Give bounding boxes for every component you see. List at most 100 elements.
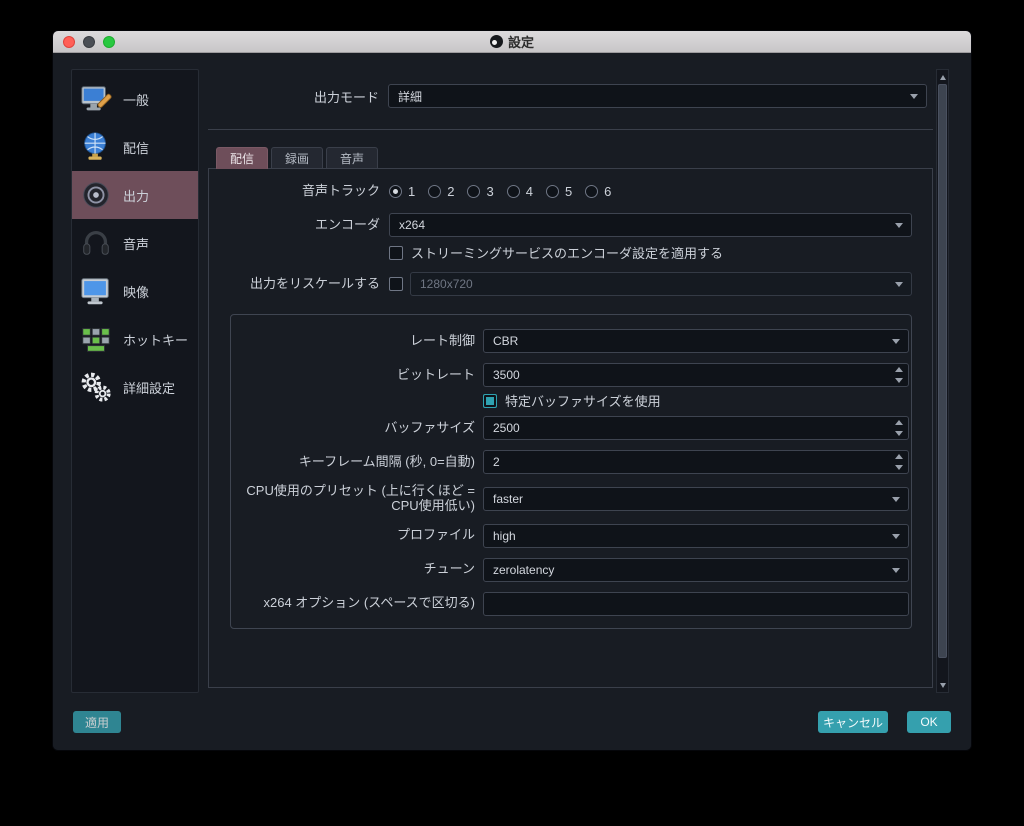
audio-track-radio-2[interactable]: 2 (428, 184, 454, 199)
profile-select[interactable]: high (483, 523, 909, 548)
radio-dot-icon (585, 184, 599, 198)
chevron-down-icon (892, 567, 900, 573)
buffer-size-spinbox[interactable]: 2500 (483, 416, 909, 440)
audio-track-radio-3[interactable]: 3 (467, 184, 494, 199)
bitrate-value: 3500 (493, 368, 520, 382)
chevron-down-icon (910, 94, 918, 99)
cpu-preset-label: CPU使用のプリセット (上に行くほど = CPU使用低い) (246, 483, 475, 513)
rate-control-label: レート制御 (409, 332, 475, 348)
tune-select[interactable]: zerolatency (483, 557, 909, 582)
stream-globe-icon (78, 129, 114, 165)
audio-track-radio-4[interactable]: 4 (506, 184, 533, 199)
radio-dot-icon (389, 184, 402, 198)
video-monitor-icon (78, 273, 114, 309)
tab-stream[interactable]: 配信 (216, 147, 269, 169)
stream-tab-panel: 音声トラック 1 2 3 4 5 6 エンコーダ x264 ストリーミングサービ… (208, 168, 933, 688)
tab-label: 音声 (340, 151, 365, 166)
enforce-service-label: ストリーミングサービスのエンコーダ設定を適用する (411, 246, 724, 261)
audio-track-label: 音声トラック (301, 182, 380, 198)
bitrate-row: ビットレート 3500 (231, 363, 911, 387)
sidebar-item-advanced[interactable]: 詳細設定 (72, 363, 198, 411)
radio-label: 2 (447, 183, 455, 199)
ok-button[interactable]: OK (907, 711, 951, 733)
audio-track-radio-6[interactable]: 6 (585, 184, 611, 199)
keyframe-interval-spinbox[interactable]: 2 (483, 450, 909, 474)
sidebar-item-audio[interactable]: 音声 (72, 219, 198, 267)
profile-label: プロファイル (396, 527, 475, 543)
chevron-down-icon (892, 533, 900, 539)
settings-window: 設定 一般 配信 出力 音声 映像 ホットキー 詳細設定 出力モード 詳細 配信… (52, 30, 972, 751)
sidebar-item-general[interactable]: 一般 (72, 75, 198, 123)
tab-audio[interactable]: 音声 (326, 147, 379, 169)
spin-up-icon[interactable] (894, 367, 903, 372)
window-title: 設定 (507, 35, 534, 50)
scrollbar-thumb[interactable] (938, 84, 947, 658)
spin-down-icon[interactable] (894, 378, 903, 383)
output-tabs: 配信 録画 音声 (208, 147, 933, 169)
spin-buttons (894, 454, 903, 470)
settings-sidebar: 一般 配信 出力 音声 映像 ホットキー 詳細設定 (71, 69, 199, 693)
audio-track-radio-5[interactable]: 5 (545, 184, 572, 199)
hotkeys-keyboard-icon (78, 321, 114, 357)
spin-down-icon[interactable] (894, 465, 903, 470)
x264-options-field (483, 591, 909, 616)
cpu-preset-row: CPU使用のプリセット (上に行くほど = CPU使用低い) faster (231, 483, 911, 514)
spin-up-icon[interactable] (894, 454, 903, 459)
keyframe-interval-label: キーフレーム間隔 (秒, 0=自動) (298, 453, 475, 469)
chevron-down-icon (895, 282, 903, 287)
sidebar-item-hotkeys[interactable]: ホットキー (72, 315, 198, 363)
sidebar-item-stream[interactable]: 配信 (72, 123, 198, 171)
cpu-preset-select[interactable]: faster (483, 486, 909, 511)
vertical-scrollbar[interactable] (936, 69, 949, 693)
rate-control-select[interactable]: CBR (483, 329, 909, 353)
settings-body: 一般 配信 出力 音声 映像 ホットキー 詳細設定 出力モード 詳細 配信 録画… (53, 53, 971, 750)
encoder-select[interactable]: x264 (389, 213, 912, 237)
arrow-down-icon (939, 682, 946, 688)
bitrate-label: ビットレート (396, 366, 475, 382)
close-button[interactable] (63, 36, 75, 48)
minimize-button[interactable] (83, 36, 95, 48)
rescale-row: 出力をリスケールする 1280x720 (209, 272, 932, 296)
output-mode-select[interactable]: 詳細 (388, 84, 927, 108)
custom-buffer-checkbox[interactable] (483, 393, 497, 408)
spin-up-icon[interactable] (894, 420, 903, 425)
rescale-checkbox[interactable] (389, 277, 403, 291)
x264-options-input[interactable] (483, 591, 909, 616)
cancel-button[interactable]: キャンセル (818, 711, 888, 733)
enforce-service-checkbox[interactable] (389, 245, 403, 260)
tab-label: 配信 (230, 151, 255, 166)
radio-label: 6 (604, 183, 612, 199)
titlebar[interactable]: 設定 (53, 31, 971, 53)
audio-track-row: 音声トラック 1 2 3 4 5 6 (209, 181, 932, 201)
x264-options-row: x264 オプション (スペースで区切る) (231, 591, 911, 616)
apply-button[interactable]: 適用 (73, 711, 121, 733)
encoder-row: エンコーダ x264 (209, 213, 932, 237)
bitrate-spinbox[interactable]: 3500 (483, 363, 909, 387)
chevron-down-icon (892, 339, 900, 344)
keyframe-interval-value: 2 (493, 455, 500, 469)
tune-label: チューン (423, 561, 475, 577)
encoder-label: エンコーダ (314, 216, 380, 232)
chevron-down-icon (892, 496, 900, 502)
audio-track-radio-1[interactable]: 1 (389, 184, 415, 199)
spin-buttons (894, 420, 903, 436)
chevron-down-icon (895, 223, 903, 228)
rate-control-value: CBR (493, 334, 519, 348)
spin-down-icon[interactable] (894, 431, 903, 436)
scroll-down-button[interactable] (937, 679, 948, 691)
tab-recording[interactable]: 録画 (271, 147, 324, 169)
sidebar-item-label: 映像 (123, 284, 150, 300)
profile-row: プロファイル high (231, 523, 911, 548)
rate-control-row: レート制御 CBR (231, 329, 911, 353)
sidebar-item-label: 一般 (123, 92, 150, 108)
zoom-button[interactable] (103, 36, 115, 48)
scroll-up-button[interactable] (937, 71, 948, 83)
sidebar-item-output[interactable]: 出力 (72, 171, 198, 219)
cpu-preset-value: faster (493, 491, 524, 506)
custom-buffer-field: 特定バッファサイズを使用 (483, 391, 909, 410)
output-mode-label: 出力モード (313, 89, 379, 105)
general-display-icon (78, 81, 114, 117)
sidebar-item-label: 詳細設定 (123, 380, 176, 396)
rescale-label: 出力をリスケールする (249, 275, 380, 291)
sidebar-item-video[interactable]: 映像 (72, 267, 198, 315)
